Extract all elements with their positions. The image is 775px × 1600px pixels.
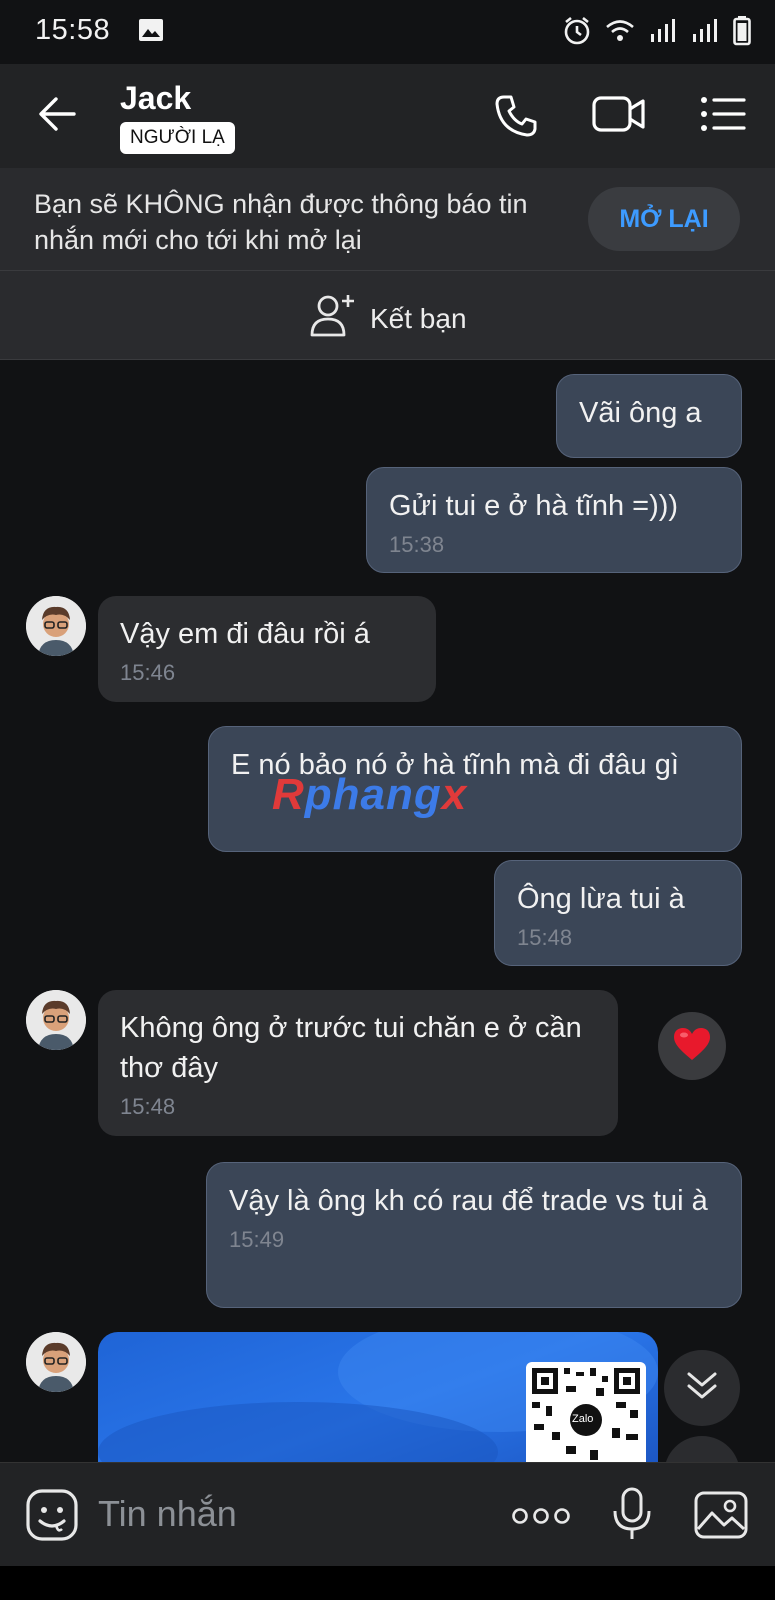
image-icon	[138, 18, 164, 47]
message-text: Không ông ở trước tui chăn e ở cần thơ đ…	[120, 1012, 582, 1084]
stranger-badge: NGƯỜI LẠ	[120, 122, 235, 154]
message-text: Vãi ông a	[579, 397, 702, 429]
message-bubble-outgoing[interactable]: Vãi ông a	[556, 374, 742, 458]
double-chevron-down-icon	[686, 1371, 718, 1406]
message-time: 15:48	[517, 925, 573, 950]
status-time: 15:58	[35, 14, 111, 46]
signal-icon	[649, 18, 677, 49]
notice-text: Bạn sẽ KHÔNG nhận được thông báo tin nhắ…	[34, 189, 528, 255]
more-icon[interactable]	[512, 1507, 570, 1530]
gallery-icon[interactable]	[694, 1491, 748, 1544]
add-friend-bar[interactable]: Kết bạn	[0, 271, 775, 360]
qr-code: Zalo	[526, 1362, 646, 1462]
muted-notice: Bạn sẽ KHÔNG nhận được thông báo tin nhắ…	[0, 168, 775, 271]
message-text: Vậy em đi đâu rồi á	[120, 618, 370, 650]
chat-header: Jack NGƯỜI LẠ	[0, 64, 775, 168]
qr-logo-text: Zalo	[572, 1413, 594, 1425]
avatar[interactable]	[26, 596, 86, 656]
message-bubble-outgoing[interactable]: Ông lừa tui à 15:48	[494, 860, 742, 966]
message-time: 15:46	[120, 660, 176, 685]
signal-icon	[691, 18, 719, 49]
message-time: 15:49	[229, 1227, 285, 1252]
message-bubble-incoming[interactable]: Vậy em đi đâu rồi á 15:46	[98, 596, 436, 702]
avatar[interactable]	[26, 990, 86, 1050]
message-text: Gửi tui e ở hà tĩnh =)))	[389, 490, 679, 522]
message-bubble-incoming[interactable]: Không ông ở trước tui chăn e ở cần thơ đ…	[98, 990, 618, 1136]
status-bar: 15:58	[0, 0, 775, 64]
message-bubble-outgoing[interactable]: Vậy là ông kh có rau để trade vs tui à 1…	[206, 1162, 742, 1308]
message-time: 15:38	[389, 532, 445, 557]
microphone-icon[interactable]	[612, 1487, 652, 1546]
message-time: 15:48	[120, 1094, 176, 1119]
image-message[interactable]: Zalo	[98, 1332, 658, 1462]
add-friend-icon	[310, 293, 356, 344]
phone-icon[interactable]	[494, 94, 538, 143]
watermark: Rphangx	[272, 770, 468, 819]
wifi-icon	[605, 19, 635, 48]
reopen-button[interactable]: MỞ LẠI	[588, 187, 740, 251]
contact-name[interactable]: Jack	[120, 80, 191, 117]
alarm-icon	[563, 16, 591, 51]
heart-reaction[interactable]	[658, 1012, 726, 1080]
message-text: Vậy là ông kh có rau để trade vs tui à	[229, 1185, 708, 1217]
back-arrow-icon[interactable]	[36, 94, 78, 139]
heart-icon	[672, 1026, 712, 1067]
system-nav-bar	[0, 1566, 775, 1600]
add-friend-label: Kết bạn	[370, 302, 467, 334]
message-bubble-outgoing[interactable]: Gửi tui e ở hà tĩnh =))) 15:38	[366, 467, 742, 573]
scroll-down-button[interactable]	[664, 1350, 740, 1426]
message-text: Ông lừa tui à	[517, 883, 685, 915]
battery-icon	[733, 16, 751, 51]
menu-list-icon[interactable]	[700, 94, 746, 139]
avatar[interactable]	[26, 1332, 86, 1392]
message-input[interactable]: Tin nhắn	[98, 1493, 237, 1535]
message-composer: Tin nhắn	[0, 1462, 775, 1567]
emoji-icon[interactable]	[26, 1489, 78, 1546]
video-call-icon[interactable]	[592, 94, 646, 139]
